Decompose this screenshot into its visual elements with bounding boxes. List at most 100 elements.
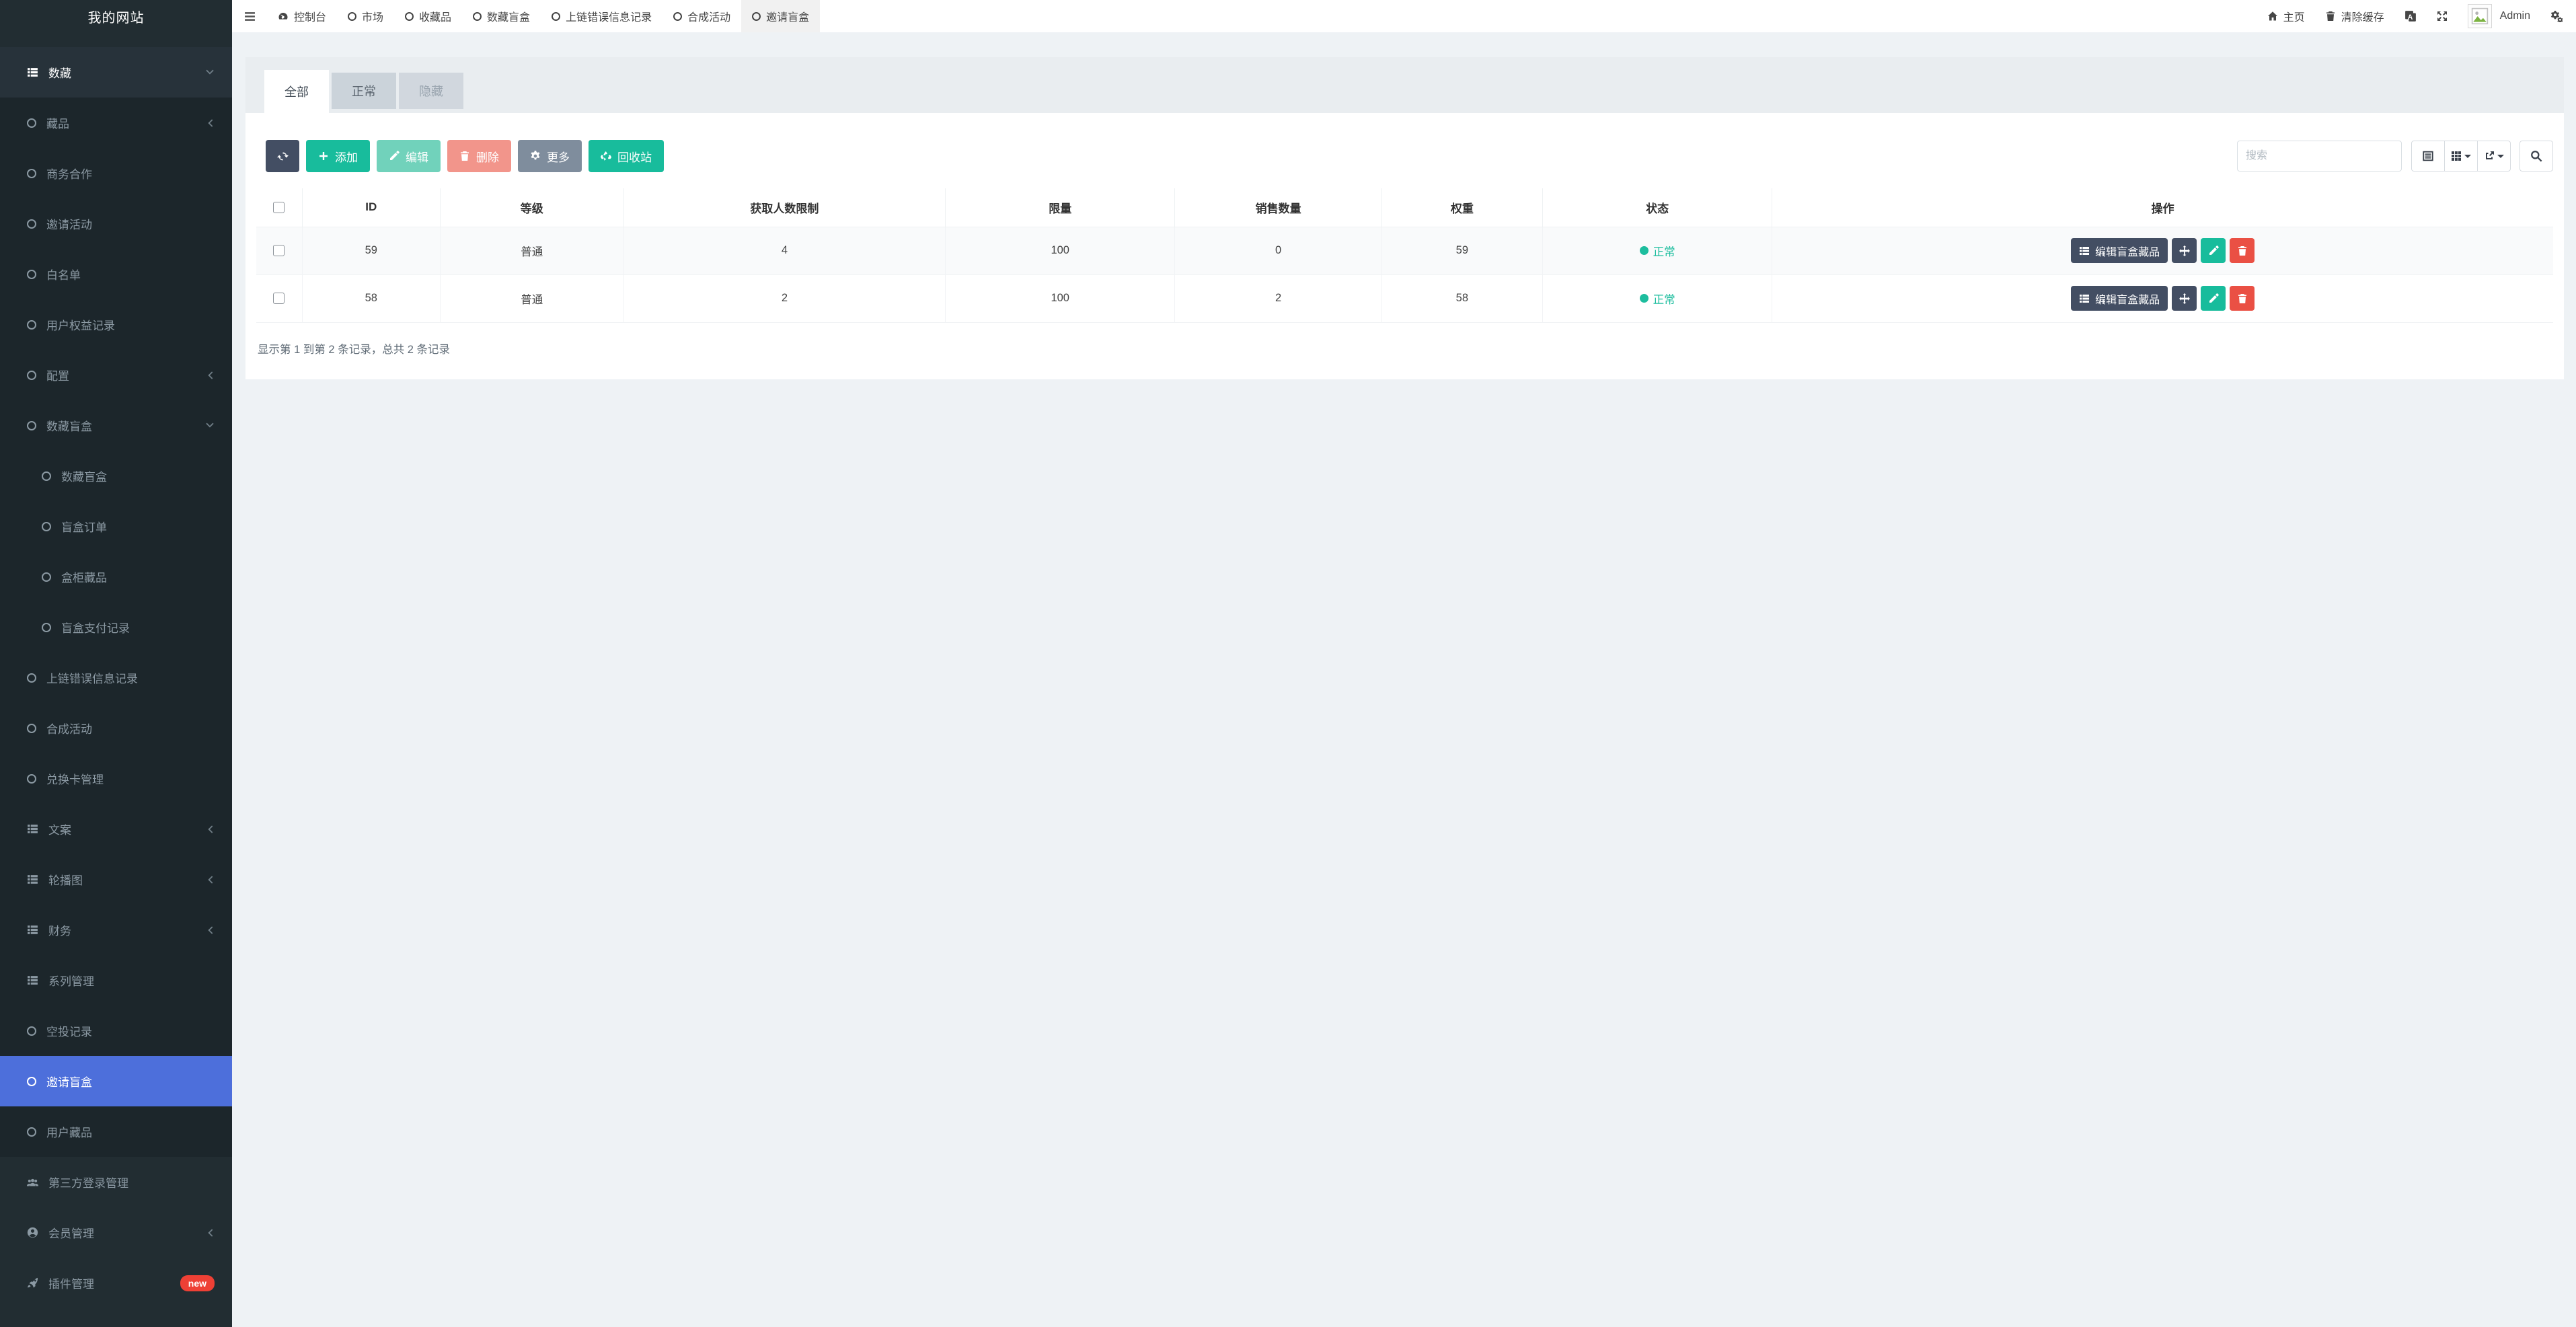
home-icon [2267, 11, 2277, 21]
sidebar-item-whitelist[interactable]: 白名单 [0, 249, 232, 299]
sidebar-item-cabinet-items[interactable]: 盒柜藏品 [0, 552, 232, 602]
cell-weight: 59 [1381, 226, 1543, 275]
refresh-button[interactable] [266, 140, 299, 172]
user-menu[interactable]: Admin [2467, 4, 2530, 28]
row-edit-button[interactable] [2201, 238, 2226, 263]
recycle-bin-button[interactable]: 回收站 [589, 140, 664, 172]
sidebar-item-blindbox-payments[interactable]: 盲盒支付记录 [0, 602, 232, 652]
search-button[interactable] [2520, 141, 2553, 172]
list-icon [2080, 294, 2090, 303]
select-all-cell [256, 188, 303, 227]
sidebar-item-label: 商务合作 [46, 168, 92, 181]
cell-status: 正常 [1542, 274, 1773, 323]
col-status[interactable]: 状态 [1542, 188, 1773, 227]
col-operations[interactable]: 操作 [1772, 188, 2553, 227]
fullscreen-button[interactable] [2437, 11, 2448, 22]
delete-button[interactable]: 删除 [447, 140, 511, 172]
chevron-left-icon [205, 825, 215, 834]
topnav-invite-blindbox[interactable]: 邀请盲盒 [741, 0, 821, 32]
col-acquire-limit[interactable]: 获取人数限制 [623, 188, 946, 227]
col-sales[interactable]: 销售数量 [1174, 188, 1382, 227]
row-checkbox[interactable] [273, 245, 285, 257]
topnav-chain-errors[interactable]: 上链错误信息记录 [541, 0, 662, 32]
row-delete-button[interactable] [2230, 286, 2255, 311]
sidebar-item-series-mgmt[interactable]: 系列管理 [0, 955, 232, 1006]
home-link[interactable]: 主页 [2267, 8, 2305, 24]
circle-icon [405, 11, 414, 21]
sidebar-item-invite-blindbox[interactable]: 邀请盲盒 [0, 1056, 232, 1106]
topnav-dashboard[interactable]: 控制台 [267, 0, 337, 32]
col-quota[interactable]: 限量 [944, 188, 1176, 227]
sidebar-submenu-shucang: 藏品 商务合作 邀请活动 白名单 用户权益记录 配置 数藏盲盒 数藏盲盒 盲盒订… [0, 98, 232, 1157]
row-checkbox[interactable] [273, 293, 285, 305]
search-input[interactable] [2237, 141, 2402, 172]
rocket-icon [28, 1277, 38, 1288]
settings-button[interactable] [2550, 10, 2563, 22]
tab-hidden[interactable]: 隐藏 [399, 73, 463, 109]
edit-blindbox-items-button[interactable]: 编辑盲盒藏品 [2071, 238, 2168, 263]
edit-blindbox-items-button[interactable]: 编辑盲盒藏品 [2071, 286, 2168, 311]
sidebar-item-blindbox-group[interactable]: 数藏盲盒 [0, 400, 232, 451]
sidebar-item-carousel[interactable]: 轮播图 [0, 854, 232, 905]
sidebar-item-member-mgmt[interactable]: 会员管理 [0, 1207, 232, 1258]
topnav-label: 收藏品 [419, 12, 452, 24]
topnav-blindbox[interactable]: 数藏盲盒 [462, 0, 541, 32]
trash-icon [2326, 11, 2335, 21]
sidebar-item-blindbox[interactable]: 数藏盲盒 [0, 451, 232, 501]
row-delete-button[interactable] [2230, 238, 2255, 263]
col-weight[interactable]: 权重 [1381, 188, 1543, 227]
circle-icon [27, 219, 36, 229]
sidebar-item-copywriting[interactable]: 文案 [0, 804, 232, 854]
sidebar-item-airdrop-log[interactable]: 空投记录 [0, 1006, 232, 1056]
more-button[interactable]: 更多 [518, 140, 582, 172]
sidebar-item-user-rights-log[interactable]: 用户权益记录 [0, 299, 232, 350]
sidebar-item-redeem-cards[interactable]: 兑换卡管理 [0, 753, 232, 804]
topnav-synthesis[interactable]: 合成活动 [662, 0, 741, 32]
tab-label: 正常 [352, 85, 376, 98]
col-level[interactable]: 等级 [439, 188, 624, 227]
sidebar-item-chain-errors[interactable]: 上链错误信息记录 [0, 652, 232, 703]
sidebar-item-blindbox-orders[interactable]: 盲盒订单 [0, 501, 232, 552]
cell-acquire-limit: 4 [623, 226, 946, 275]
clear-cache-label: 清除缓存 [2341, 12, 2384, 24]
sidebar-item-finance[interactable]: 财务 [0, 905, 232, 955]
row-edit-button[interactable] [2201, 286, 2226, 311]
sidebar-toggle-button[interactable] [232, 0, 267, 32]
content-panel: 全部 正常 隐藏 添加 编辑 删除 更多 回收站 搜索 ID 等级 获取人数限制… [245, 57, 2564, 379]
export-button[interactable] [2477, 141, 2511, 172]
drag-sort-button[interactable] [2172, 238, 2197, 263]
col-id[interactable]: ID [301, 188, 441, 227]
sidebar-item-label: 藏品 [46, 118, 69, 130]
sidebar-item-cangpin[interactable]: 藏品 [0, 98, 232, 148]
clear-cache-button[interactable]: 清除缓存 [2325, 8, 2384, 24]
list-icon [28, 68, 38, 77]
drag-sort-button[interactable] [2172, 286, 2197, 311]
toggle-view-button[interactable] [2411, 141, 2445, 172]
sidebar-item-synthesis[interactable]: 合成活动 [0, 703, 232, 753]
trash-icon [2238, 245, 2246, 256]
sidebar-item-label: 邀请盲盒 [46, 1076, 92, 1089]
cell-id: 59 [301, 226, 441, 275]
add-button[interactable]: 添加 [306, 140, 370, 172]
columns-button[interactable] [2444, 141, 2478, 172]
avatar [2467, 4, 2492, 28]
hamburger-icon [244, 11, 255, 21]
sidebar-item-thirdparty-login[interactable]: 第三方登录管理 [0, 1157, 232, 1207]
sidebar-item-user-collections[interactable]: 用户藏品 [0, 1106, 232, 1157]
select-all-checkbox[interactable] [273, 202, 285, 214]
sidebar-item-plugin-mgmt[interactable]: 插件管理 new [0, 1258, 232, 1308]
edit-button[interactable]: 编辑 [377, 140, 441, 172]
tab-normal[interactable]: 正常 [332, 73, 396, 109]
sidebar-item-business-coop[interactable]: 商务合作 [0, 148, 232, 198]
toolbar: 添加 编辑 删除 更多 回收站 [256, 140, 2553, 172]
sidebar-item-config[interactable]: 配置 [0, 350, 232, 400]
sidebar-item-label: 用户权益记录 [46, 319, 115, 332]
topnav-market[interactable]: 市场 [337, 0, 394, 32]
language-button[interactable]: A [2404, 10, 2417, 22]
cell-quota: 100 [944, 274, 1176, 323]
table-row: 58 普通 2 100 2 58 正常 编辑盲盒藏品 [256, 274, 2553, 323]
sidebar-item-invite-activity[interactable]: 邀请活动 [0, 198, 232, 249]
tab-all[interactable]: 全部 [264, 70, 329, 113]
topnav-collections[interactable]: 收藏品 [394, 0, 462, 32]
sidebar-item-shucang[interactable]: 数藏 [0, 47, 232, 98]
